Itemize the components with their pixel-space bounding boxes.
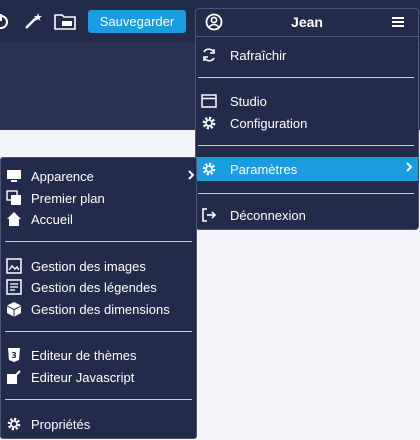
power-icon[interactable] xyxy=(0,10,12,32)
user-menu: Jean Rafraîchir Studio Configuration Par… xyxy=(195,8,419,230)
divider xyxy=(198,193,414,194)
divider xyxy=(198,77,414,78)
legends-label: Gestion des légendes xyxy=(31,279,157,295)
menu-item-theme-editor[interactable]: 3 Editeur de thèmes xyxy=(5,344,137,366)
menu-item-logout[interactable]: Déconnexion xyxy=(200,204,306,226)
menu-item-refresh[interactable]: Rafraîchir xyxy=(200,44,286,66)
menu-item-properties[interactable]: Propriétés xyxy=(5,413,90,435)
menu-item-studio[interactable]: Studio xyxy=(200,90,267,112)
parameters-label: Paramètres xyxy=(230,161,298,177)
js-editor-label: Editeur Javascript xyxy=(31,369,135,385)
images-label: Gestion des images xyxy=(31,258,146,274)
studio-label: Studio xyxy=(230,93,267,109)
window-icon xyxy=(200,92,218,110)
code-edit-icon xyxy=(5,368,23,386)
configuration-label: Configuration xyxy=(230,115,308,131)
css-file-icon: 3 xyxy=(5,346,23,364)
menu-item-home[interactable]: Accueil xyxy=(5,208,73,230)
theme-editor-label: Editeur de thèmes xyxy=(31,347,137,363)
home-icon xyxy=(5,210,23,228)
refresh-icon xyxy=(200,46,218,64)
divider xyxy=(5,241,192,242)
chevron-right-icon xyxy=(187,169,195,184)
layers-icon xyxy=(5,189,23,207)
gear-icon xyxy=(200,160,218,178)
appearance-label: Apparence xyxy=(31,168,94,184)
menu-item-js-editor[interactable]: Editeur Javascript xyxy=(5,366,134,388)
image-icon xyxy=(5,257,23,275)
properties-label: Propriétés xyxy=(31,416,91,432)
dimensions-label: Gestion des dimensions xyxy=(31,301,170,317)
gear-icon xyxy=(5,415,23,433)
menu-item-appearance[interactable]: Apparence xyxy=(5,165,94,187)
divider xyxy=(198,145,414,146)
menu-item-parameters[interactable]: Paramètres xyxy=(200,158,297,180)
divider xyxy=(5,331,192,332)
chevron-right-icon xyxy=(405,161,413,176)
menu-item-foreground[interactable]: Premier plan xyxy=(5,187,105,209)
monitor-icon xyxy=(5,167,23,185)
divider xyxy=(5,399,192,400)
refresh-label: Rafraîchir xyxy=(230,47,287,63)
user-menu-header[interactable]: Jean xyxy=(196,9,418,37)
hamburger-icon[interactable] xyxy=(391,15,405,32)
settings-submenu: Apparence Premier plan Accueil Gestion d… xyxy=(0,157,197,439)
menu-item-dimensions[interactable]: Gestion des dimensions xyxy=(5,298,170,320)
document-text-icon xyxy=(5,278,23,296)
menu-item-images[interactable]: Gestion des images xyxy=(5,255,146,277)
svg-text:3: 3 xyxy=(11,351,17,360)
logout-label: Déconnexion xyxy=(230,207,306,223)
cube-icon xyxy=(5,300,23,318)
save-button[interactable]: Sauvegarder xyxy=(88,10,186,33)
magic-wand-icon[interactable] xyxy=(22,10,44,32)
home-label: Accueil xyxy=(31,211,73,227)
foreground-label: Premier plan xyxy=(31,190,105,206)
user-name: Jean xyxy=(291,14,323,30)
menu-item-configuration[interactable]: Configuration xyxy=(200,112,307,134)
gear-icon xyxy=(200,114,218,132)
logout-icon xyxy=(200,206,218,224)
folder-icon[interactable] xyxy=(53,10,77,32)
menu-item-legends[interactable]: Gestion des légendes xyxy=(5,276,157,298)
